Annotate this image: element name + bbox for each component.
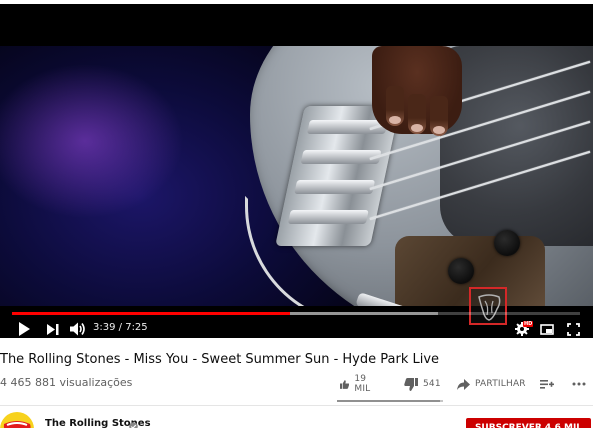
fullscreen-icon: [566, 322, 580, 336]
mute-button[interactable]: [68, 318, 88, 338]
save-to-playlist-button[interactable]: [540, 374, 559, 394]
like-ratio-fill: [337, 400, 440, 402]
finger: [430, 96, 448, 136]
finger: [408, 94, 426, 134]
play-button[interactable]: [14, 318, 34, 338]
miniplayer-button[interactable]: [538, 318, 556, 338]
guitar-knob: [494, 230, 520, 256]
dislike-count: 541: [423, 379, 441, 389]
fullscreen-button[interactable]: [564, 318, 582, 338]
progress-played: [12, 312, 291, 315]
hd-badge: HD: [523, 321, 534, 327]
divider: [0, 405, 593, 406]
guitar-knob: [448, 258, 474, 284]
like-dislike-bar: [337, 400, 443, 402]
video-frame[interactable]: [0, 46, 593, 306]
youtube-watch-page: 3:39 / 7:25 HD The Rolling Stones - Miss…: [0, 0, 593, 428]
fingernail: [433, 126, 445, 134]
progress-bar[interactable]: [12, 312, 580, 315]
duration: 7:25: [125, 322, 148, 333]
time-display: 3:39 / 7:25: [93, 322, 148, 333]
video-player[interactable]: 3:39 / 7:25 HD: [0, 4, 593, 338]
share-label: PARTILHAR: [475, 379, 526, 389]
fingernail: [389, 116, 401, 124]
view-count: 4 465 881 visualizações: [0, 376, 133, 389]
share-icon: [457, 378, 470, 390]
dislike-icon: [404, 377, 418, 391]
share-button[interactable]: PARTILHAR: [457, 374, 526, 394]
finger: [386, 86, 404, 126]
fingernail: [411, 124, 423, 132]
next-button[interactable]: [44, 318, 62, 338]
play-icon: [19, 322, 30, 336]
video-title: The Rolling Stones - Miss You - Sweet Su…: [0, 352, 440, 367]
more-icon: [572, 382, 586, 386]
verified-icon: [129, 422, 138, 428]
bridge-saddle: [287, 210, 369, 224]
guitar-dark-panel: [440, 46, 593, 246]
volume-icon: [70, 322, 85, 336]
rolling-stones-logo: [3, 421, 31, 428]
miniplayer-icon: [540, 323, 554, 335]
player-hand: [372, 46, 462, 136]
like-count: 19 MIL: [354, 374, 371, 394]
time-separator: /: [115, 322, 126, 333]
player-controls: 3:39 / 7:25 HD: [0, 318, 593, 338]
verified-badge: [129, 418, 138, 428]
dislike-button[interactable]: 541: [404, 374, 441, 394]
subscribe-button[interactable]: SUBSCREVER 4,6 MIL: [466, 418, 591, 428]
current-time: 3:39: [93, 322, 116, 333]
add-to-playlist-icon: [540, 379, 554, 389]
more-actions-button[interactable]: [572, 374, 591, 394]
settings-button[interactable]: HD: [512, 318, 534, 338]
rolling-stones-tongue-icon: [478, 294, 501, 321]
channel-avatar[interactable]: [0, 412, 34, 428]
next-icon: [47, 323, 59, 335]
bridge-saddle: [294, 180, 376, 194]
like-button[interactable]: 19 MIL: [340, 374, 375, 394]
like-icon: [340, 379, 350, 389]
